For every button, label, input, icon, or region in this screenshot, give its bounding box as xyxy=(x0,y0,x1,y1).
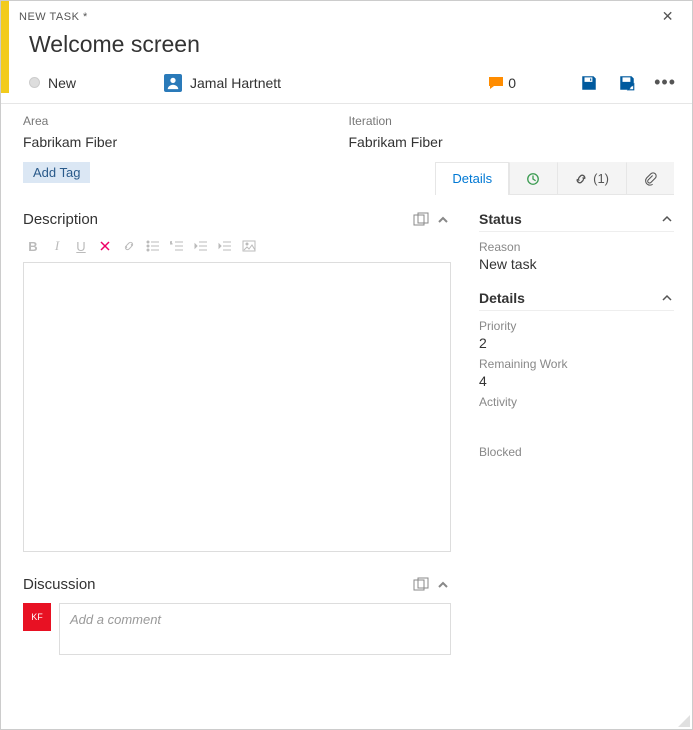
number-list-button[interactable]: 1 xyxy=(169,238,185,254)
discussion-maximize-icon[interactable] xyxy=(413,577,429,593)
assignee-avatar xyxy=(164,74,182,92)
close-button[interactable]: ✕ xyxy=(656,6,680,27)
link-icon xyxy=(574,172,588,186)
remaining-work-field[interactable]: 4 xyxy=(479,373,674,389)
iteration-label: Iteration xyxy=(349,114,675,128)
collapse-icon[interactable] xyxy=(435,212,451,228)
iteration-field[interactable]: Fabrikam Fiber xyxy=(349,134,675,150)
state-field[interactable]: New xyxy=(48,75,76,91)
add-tag-button[interactable]: Add Tag xyxy=(23,162,90,183)
status-collapse-icon[interactable] xyxy=(660,212,674,226)
comment-icon xyxy=(488,75,504,91)
details-group-heading: Details xyxy=(479,290,660,306)
tab-details[interactable]: Details xyxy=(435,162,509,194)
remaining-work-label: Remaining Work xyxy=(479,357,674,371)
work-item-color-bar xyxy=(1,1,9,93)
bold-button[interactable]: B xyxy=(25,238,41,254)
history-icon xyxy=(526,172,540,186)
state-indicator-icon xyxy=(29,77,40,88)
maximize-icon[interactable] xyxy=(413,212,429,228)
work-item-type-label: NEW TASK * xyxy=(19,11,88,23)
area-field[interactable]: Fabrikam Fiber xyxy=(23,134,349,150)
work-item-title[interactable]: Welcome screen xyxy=(1,27,692,68)
details-collapse-icon[interactable] xyxy=(660,291,674,305)
reason-label: Reason xyxy=(479,240,674,254)
italic-button[interactable]: I xyxy=(49,238,65,254)
indent-button[interactable] xyxy=(217,238,233,254)
description-heading: Description xyxy=(23,211,407,228)
rich-text-toolbar: B I U 1 xyxy=(23,232,451,260)
comment-count[interactable]: 0 xyxy=(488,75,516,91)
discussion-heading: Discussion xyxy=(23,576,407,593)
bullet-list-button[interactable] xyxy=(145,238,161,254)
description-editor[interactable] xyxy=(23,262,451,552)
tab-links[interactable]: (1) xyxy=(557,162,626,194)
assignee-field[interactable]: Jamal Hartnett xyxy=(190,75,281,91)
resize-grip[interactable] xyxy=(678,715,690,727)
discussion-collapse-icon[interactable] xyxy=(435,577,451,593)
tab-details-label: Details xyxy=(452,171,492,186)
area-label: Area xyxy=(23,114,349,128)
attachment-icon xyxy=(643,172,657,186)
tab-attachments[interactable] xyxy=(626,162,674,194)
outdent-button[interactable] xyxy=(193,238,209,254)
clear-format-button[interactable] xyxy=(97,238,113,254)
save-button[interactable] xyxy=(580,74,598,92)
comment-input[interactable]: Add a comment xyxy=(59,603,451,655)
refresh-button[interactable] xyxy=(618,74,636,92)
tab-bar: Details (1) xyxy=(435,162,674,195)
link-button[interactable] xyxy=(121,238,137,254)
activity-label: Activity xyxy=(479,395,674,409)
reason-field[interactable]: New task xyxy=(479,256,674,272)
svg-text:1: 1 xyxy=(170,240,173,245)
activity-field[interactable] xyxy=(479,411,674,427)
status-group-heading: Status xyxy=(479,211,660,227)
comment-count-value: 0 xyxy=(508,75,516,91)
tab-history[interactable] xyxy=(509,162,557,194)
blocked-label: Blocked xyxy=(479,445,674,459)
priority-label: Priority xyxy=(479,319,674,333)
current-user-avatar: KF xyxy=(23,603,51,631)
image-button[interactable] xyxy=(241,238,257,254)
tab-links-count: (1) xyxy=(593,171,609,186)
underline-button[interactable]: U xyxy=(73,238,89,254)
priority-field[interactable]: 2 xyxy=(479,335,674,351)
more-actions-button[interactable]: ••• xyxy=(650,72,680,93)
